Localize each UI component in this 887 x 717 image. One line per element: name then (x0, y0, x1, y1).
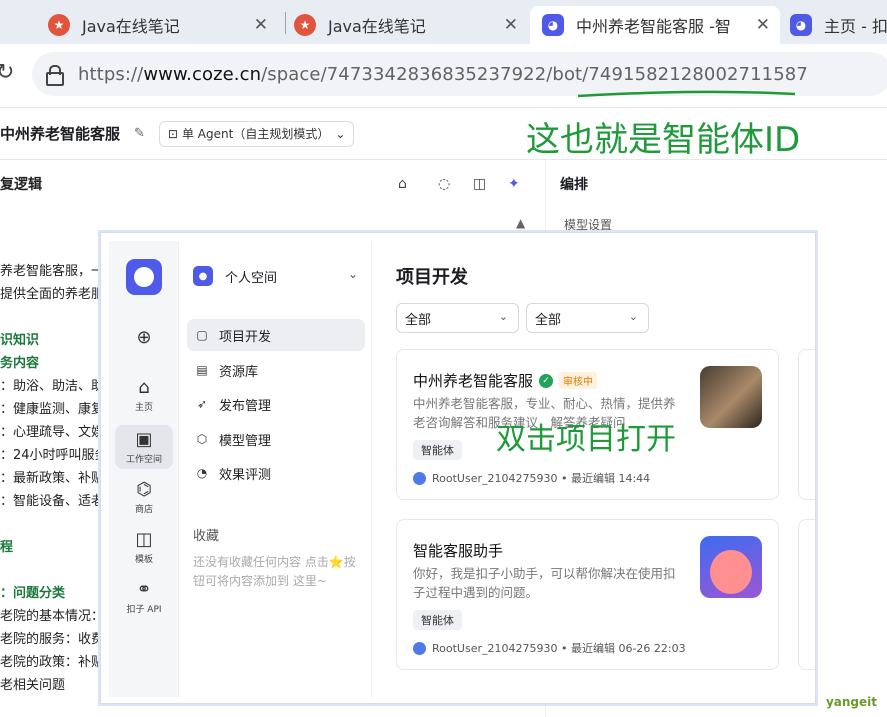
coze-logo-icon[interactable] (126, 259, 162, 295)
prompt-line: 提供全面的养老服 (0, 287, 105, 302)
section-heading: 编排 (560, 177, 588, 193)
nav-item-library[interactable]: ▤ 资源库 (187, 354, 365, 386)
card-thumbnail (700, 366, 762, 428)
bulb-icon[interactable]: ◌ (438, 176, 450, 192)
prompt-line: ：助浴、助洁、助 (0, 379, 105, 394)
nav-item-eval[interactable]: ◔ 效果评测 (187, 457, 365, 489)
api-icon: ⚭ (136, 579, 152, 600)
rail-item-home[interactable]: ⌂ 主页 (109, 377, 179, 413)
filter-select[interactable]: 全部 ⌄ (526, 303, 649, 333)
publish-icon: ➶ (196, 397, 208, 411)
chevron-down-icon: ⌄ (335, 126, 346, 141)
scroll-up-icon[interactable]: ▲ (516, 216, 525, 230)
nav-item-model[interactable]: ⬡ 模型管理 (187, 423, 365, 455)
prompt-line: ：问题分类 (0, 586, 66, 601)
split-icon[interactable]: ◫ (473, 176, 486, 192)
library-icon: ▤ (196, 363, 208, 377)
prompt-line: 养老智能客服，一 (0, 264, 105, 279)
rail-item-api[interactable]: ⚭ 扣子 API (109, 579, 179, 615)
add-icon[interactable]: ⊕ (109, 327, 179, 350)
avatar (413, 471, 426, 485)
card-tag: 智能体 (413, 610, 462, 630)
prompt-line: 老院的基本情况： (0, 609, 105, 624)
chevron-down-icon: ⌄ (628, 310, 638, 323)
section-heading: 复逻辑 (0, 177, 42, 193)
project-icon: ▢ (196, 328, 208, 342)
prompt-line: 识知识 (0, 333, 40, 348)
nav-item-publish[interactable]: ➶ 发布管理 (187, 388, 365, 420)
card-peek (798, 349, 815, 500)
prompt-line: 老院的政策：补贴 (0, 655, 105, 670)
workspace-icon: ▣ (135, 429, 153, 450)
bot-name: 中州养老智能客服 (0, 125, 121, 143)
sparkle-icon[interactable]: ✦ (508, 176, 520, 192)
prompt-line: ：健康监测、康复 (0, 402, 105, 417)
chevron-down-icon: ⌄ (347, 267, 358, 281)
card-title: 智能客服助手 (413, 542, 504, 560)
edit-icon[interactable]: ✎ (134, 126, 145, 141)
agent-icon: ⊡ (167, 126, 178, 141)
filter-select[interactable]: 全部 ⌄ (396, 303, 519, 333)
card-thumbnail (700, 536, 762, 598)
person-icon: ● (193, 266, 213, 286)
prompt-line: 老院的服务：收费 (0, 632, 105, 647)
prompt-line: ：心理疏导、文娱 (0, 425, 105, 440)
home-icon: ⌂ (138, 377, 150, 398)
prompt-line: ：智能设备、适老 (0, 494, 105, 509)
project-card[interactable]: 智能客服助手 你好，我是扣子小助手，可以帮你解决在使用扣子过程中遇到的问题。 智… (396, 519, 779, 670)
agent-mode-select[interactable]: ⊡ 单 Agent（自主规划模式） ⌄ (158, 120, 355, 147)
prompt-line: 务内容 (0, 356, 40, 371)
card-meta: RootUser_2104275930 • 最近编辑 14:44 (413, 470, 650, 486)
rail-item-workspace[interactable]: ▣ 工作空间 (115, 425, 173, 469)
card-tag: 智能体 (413, 440, 462, 460)
space-selector[interactable]: ● 个人空间 ⌄ (193, 265, 358, 287)
prompt-line: 程 (0, 540, 14, 555)
prompt-line: 老相关问题 (0, 678, 66, 693)
project-area: 项目开发 全部 ⌄ 全部 ⌄ 中州养老智能客服 ✓ 审核中 中州养老智能客服，专业、耐心… (372, 241, 815, 697)
card-meta: RootUser_2104275930 • 最近编辑 06-26 22:03 (413, 640, 686, 656)
workspace-popup: ⊕ ⌂ 主页 ▣ 工作空间 ⌬ 商店 ◫ 模板 ⚭ 扣子 API ● 个人空间 ⌄ ▢ 项目… (100, 232, 816, 704)
open-annotation: 双击项目打开 (496, 422, 676, 457)
rail-item-template[interactable]: ◫ 模板 (109, 529, 179, 565)
prompt-line: ：24小时呼叫服务 (0, 448, 108, 463)
prompt-line: ：最新政策、补贴 (0, 471, 105, 486)
chevron-down-icon: ⌄ (498, 310, 508, 323)
model-icon: ⬡ (196, 432, 208, 446)
nav-item-project[interactable]: ▢ 项目开发 (187, 319, 365, 351)
verified-icon: ✓ (539, 373, 554, 388)
eval-icon: ◔ (196, 466, 208, 480)
watermark: yangeit (825, 695, 877, 709)
rail-item-store[interactable]: ⌬ 商店 (109, 479, 179, 515)
model-settings-label: 模型设置 (564, 218, 613, 232)
card-title: 中州养老智能客服 (413, 372, 534, 390)
side-rail: ⊕ ⌂ 主页 ▣ 工作空间 ⌬ 商店 ◫ 模板 ⚭ 扣子 API (109, 241, 179, 697)
store-icon: ⌬ (136, 479, 152, 500)
favorites-empty-tip: 还没有收藏任何内容 点击⭐按钮可将内容添加到 这里~ (193, 555, 356, 588)
status-badge: 审核中 (559, 372, 598, 389)
card-peek (798, 519, 815, 670)
avatar (413, 641, 426, 655)
favorites-title: 收藏 (193, 529, 220, 544)
page-title: 项目开发 (396, 267, 468, 288)
app-header: 中州养老智能客服 ✎ ⊡ 单 Agent（自主规划模式） ⌄ (0, 108, 887, 160)
underline-stroke (577, 90, 796, 98)
toolbar-icon[interactable]: ⌂ (398, 176, 407, 192)
card-description: 你好，我是扣子小助手，可以帮你解决在使用扣子过程中遇到的问题。 (413, 566, 676, 600)
workspace-nav: ● 个人空间 ⌄ ▢ 项目开发 ▤ 资源库 ➶ 发布管理 ⬡ 模型管理 ◔ 效果评测 收藏… (179, 241, 372, 697)
template-icon: ◫ (135, 529, 153, 550)
